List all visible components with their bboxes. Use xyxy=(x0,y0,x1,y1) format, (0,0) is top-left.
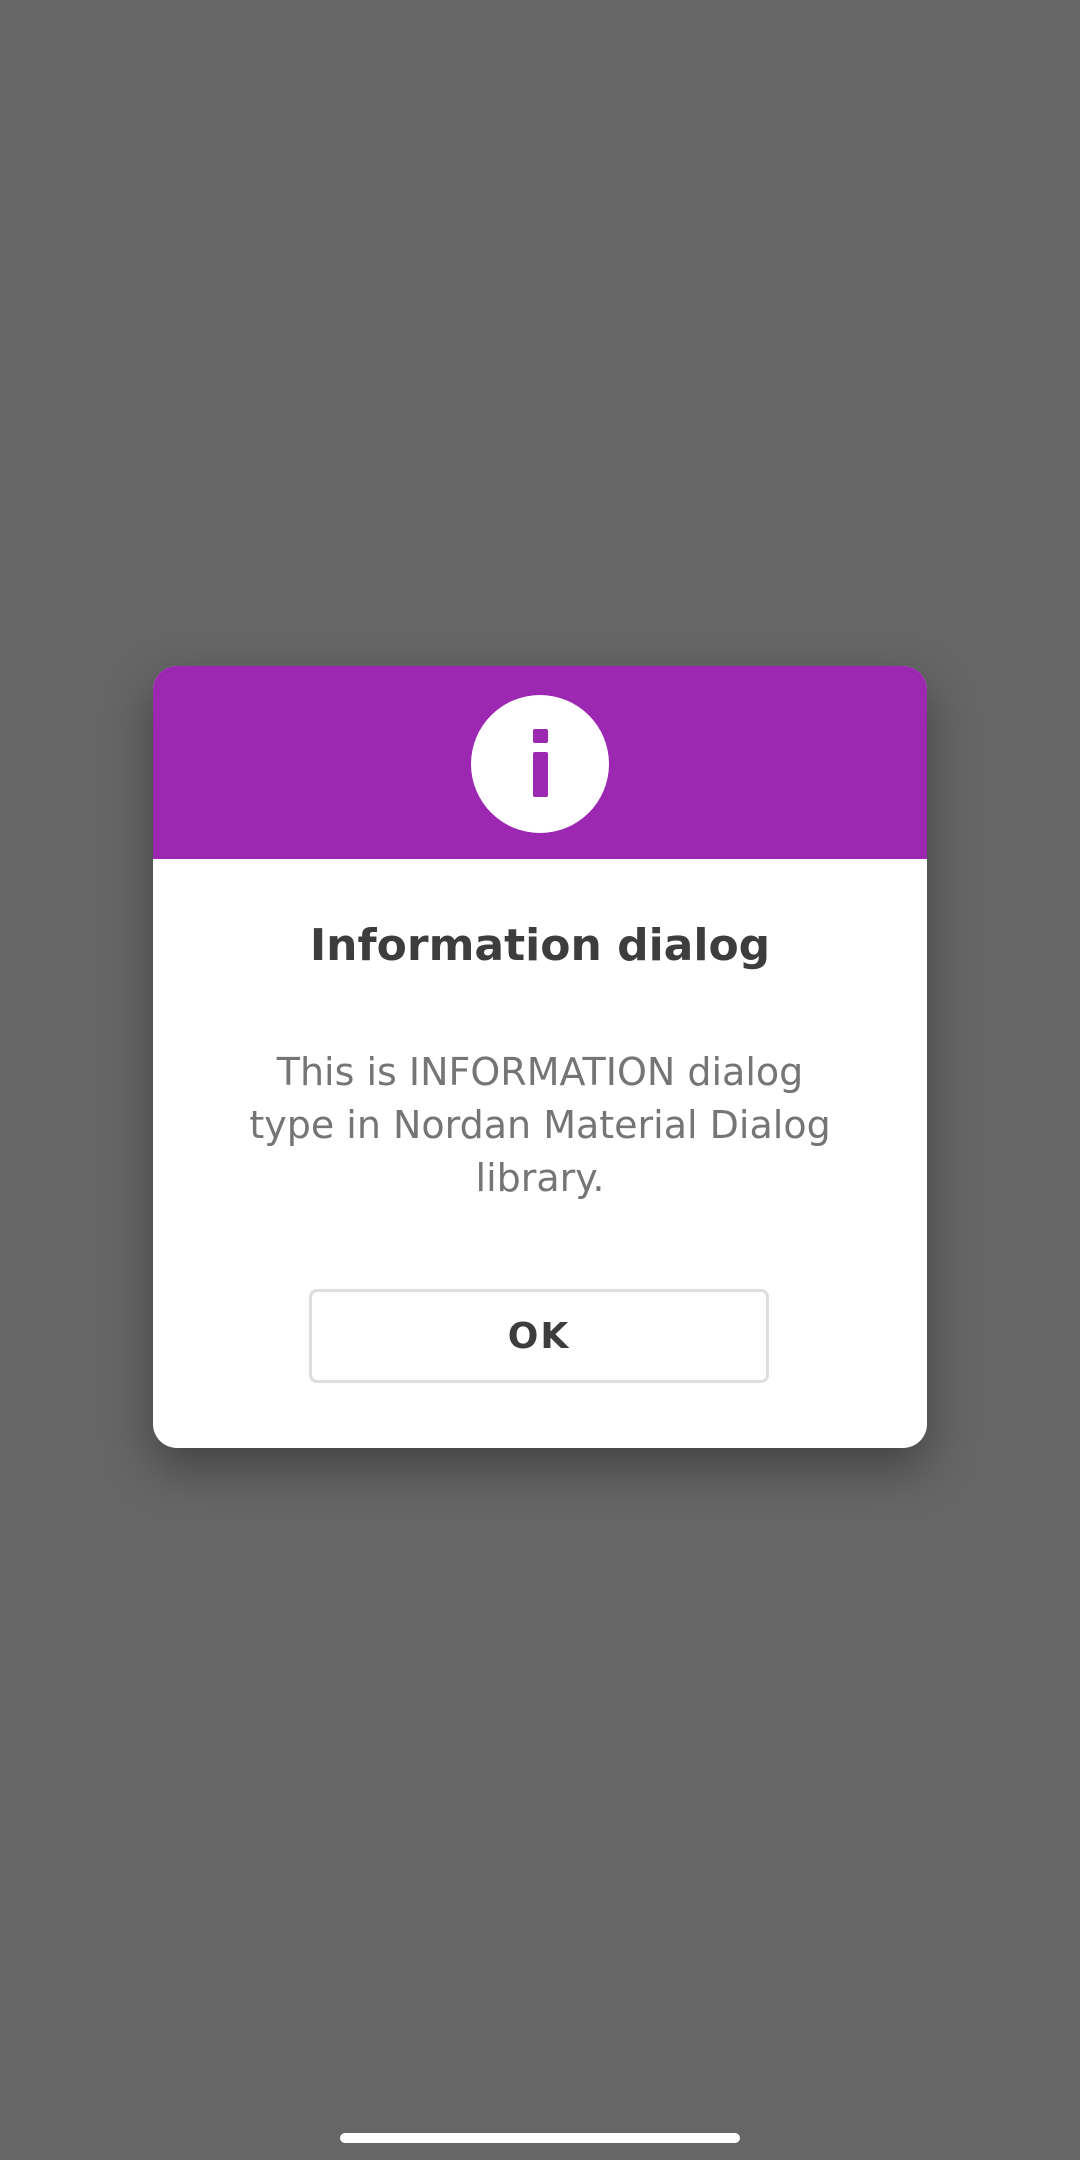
information-dialog: Information dialog This is INFORMATION d… xyxy=(153,666,927,1448)
home-indicator[interactable] xyxy=(340,2133,740,2143)
ok-button[interactable]: OK xyxy=(309,1289,769,1383)
info-icon xyxy=(471,695,609,833)
dialog-title: Information dialog xyxy=(309,920,771,971)
dialog-message: This is INFORMATION dialog type in Norda… xyxy=(249,1050,831,1200)
dialog-header xyxy=(153,666,927,859)
